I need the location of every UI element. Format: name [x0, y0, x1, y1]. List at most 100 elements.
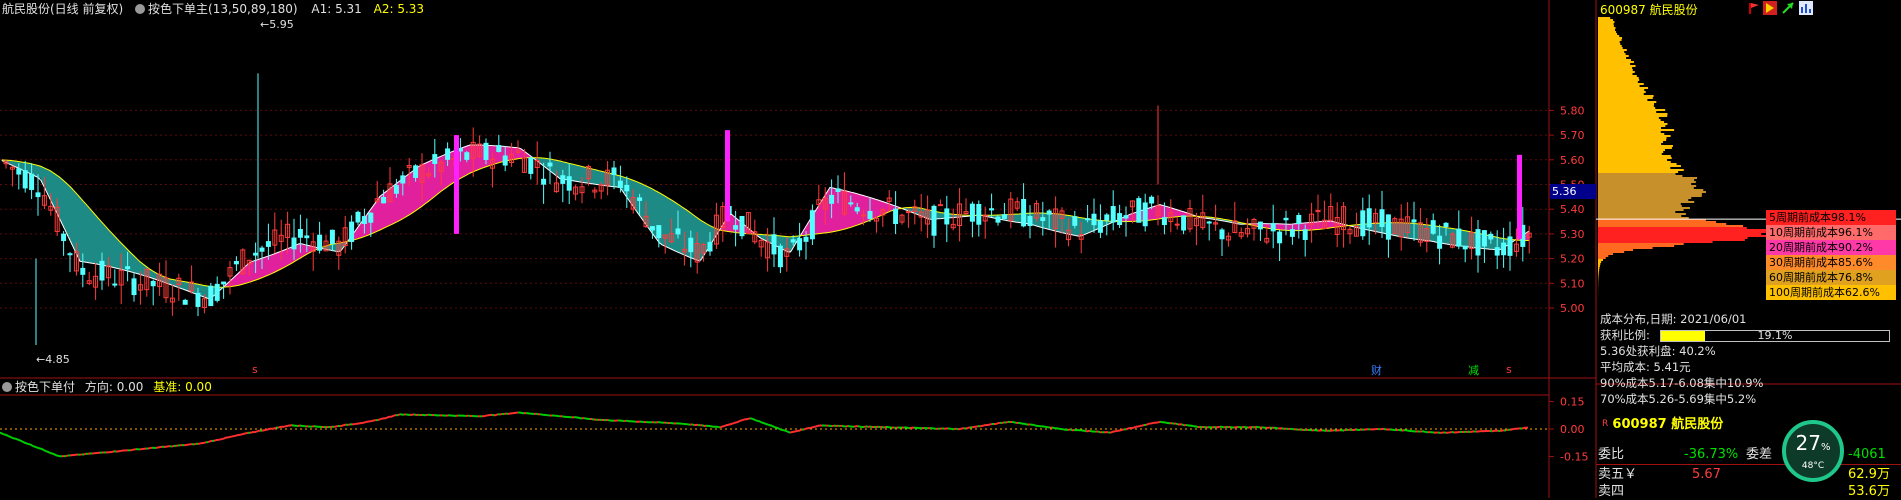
- sub-line-segment: [608, 420, 610, 421]
- marker-reduce[interactable]: 减: [1468, 362, 1479, 378]
- sub-line-segment: [1158, 422, 1160, 423]
- sub-line-segment: [2, 433, 4, 434]
- sub-line-segment: [1126, 428, 1128, 429]
- sub-line-segment: [794, 431, 796, 432]
- arrow-icon[interactable]: [1781, 1, 1795, 15]
- sub-tick-label: 0.15: [1560, 396, 1585, 409]
- performance-gauge[interactable]: 27% 48°C: [1782, 420, 1844, 482]
- candle-body: [1182, 216, 1186, 230]
- quote-wb-row: 委比 -36.73% 委差 -4061: [1596, 446, 1896, 463]
- sub-line-segment: [1134, 427, 1136, 428]
- indicator-toggle[interactable]: 按色下单主(13,50,89,180): [135, 2, 298, 16]
- sub-line-segment: [56, 455, 58, 456]
- sub-line-segment: [738, 421, 740, 422]
- price-tick-label: 5.30: [1560, 228, 1585, 241]
- candle-body: [266, 242, 270, 247]
- sub-line-segment: [748, 418, 750, 419]
- candle-body: [567, 177, 571, 190]
- candle-body: [625, 185, 629, 190]
- sub-line-segment: [1176, 424, 1178, 425]
- sub-line-segment: [732, 423, 734, 424]
- candle-body: [1431, 221, 1435, 234]
- sell5-row[interactable]: 卖五￥ 5.67 62.9万: [1596, 466, 1896, 483]
- candle-body: [650, 227, 654, 230]
- chip-legend-item[interactable]: 10周期前成本96.1%: [1766, 225, 1896, 240]
- sub-line-segment: [66, 455, 68, 456]
- candle-body: [1150, 197, 1154, 203]
- gauge-temp: 48°C: [1786, 461, 1840, 471]
- candle-body: [1386, 215, 1390, 239]
- sub-line-segment: [982, 425, 984, 426]
- current-price-tag: 5.36: [1550, 184, 1596, 199]
- candle-body: [151, 281, 155, 285]
- candle-body: [1220, 230, 1224, 239]
- settings-icon[interactable]: [1799, 1, 1813, 15]
- indicator-circle-icon[interactable]: [135, 4, 145, 14]
- a2-value: A2: 5.33: [374, 2, 424, 16]
- sub-line-segment: [1196, 426, 1198, 427]
- chip-legend-item[interactable]: 30周期前成本85.6%: [1766, 255, 1896, 270]
- sub-line-segment: [780, 429, 782, 430]
- candle-body: [542, 179, 546, 184]
- sub-line-segment: [172, 446, 174, 447]
- chip-legend-item[interactable]: 5周期前成本98.1%: [1766, 210, 1896, 225]
- sub-line-segment: [10, 437, 12, 438]
- sub-line-segment: [1110, 432, 1112, 433]
- price-axis: 5.805.705.605.505.405.305.205.105.000.15…: [1549, 104, 1588, 463]
- sub-line-segment: [1120, 430, 1122, 431]
- sub-line-segment: [1276, 428, 1278, 429]
- candle-body: [676, 229, 680, 234]
- sub-line-segment: [1506, 430, 1508, 431]
- candlesticks: [4, 73, 1531, 345]
- sub-line-segment: [562, 416, 564, 417]
- price-tick-label: 5.00: [1560, 302, 1585, 315]
- sub-line-segment: [312, 426, 314, 427]
- sub-line-segment: [54, 454, 56, 455]
- candle-body: [612, 168, 616, 174]
- sub-line-segment: [380, 419, 382, 420]
- candle-body: [209, 286, 213, 305]
- candle-body: [791, 240, 795, 242]
- sub-line-segment: [1062, 429, 1064, 430]
- sub-line-segment: [1146, 424, 1148, 425]
- sub-line-segment: [336, 426, 338, 427]
- sub-line-segment: [16, 439, 18, 440]
- sub-direction: 方向: 0.00: [85, 380, 144, 394]
- sell5-volume: 62.9万: [1848, 466, 1890, 483]
- quote-title[interactable]: 600987 航民股份: [1612, 417, 1723, 432]
- flag-icon[interactable]: [1748, 2, 1760, 14]
- chip-legend-item[interactable]: 100周期前成本62.6%: [1766, 285, 1896, 300]
- marker-finance[interactable]: 财: [1371, 362, 1382, 378]
- sub-line-segment: [22, 441, 24, 442]
- chip-mode-icon[interactable]: [1763, 1, 1777, 15]
- candle-body: [113, 284, 117, 285]
- candle-body: [196, 293, 200, 306]
- sub-line-segment: [1332, 430, 1334, 431]
- sub-line-segment: [12, 438, 14, 439]
- candle-body: [548, 163, 552, 166]
- sub-line-segment: [246, 433, 248, 434]
- candle-body: [330, 230, 334, 243]
- profit-label: 获利比例:: [1600, 328, 1650, 343]
- sub-line-segment: [204, 442, 206, 443]
- sub-indicator-circle-icon[interactable]: [2, 382, 12, 392]
- sub-line-segment: [242, 434, 244, 435]
- sell4-row[interactable]: 卖四 53.6万: [1596, 483, 1896, 500]
- candle-body: [1495, 248, 1499, 255]
- chip-legend-item[interactable]: 60周期前成本76.8%: [1766, 270, 1896, 285]
- sub-line-segment: [26, 443, 28, 444]
- chip-legend-item[interactable]: 20周期前成本90.2%: [1766, 240, 1896, 255]
- candle-body: [1143, 203, 1147, 226]
- sub-line-segment: [702, 425, 704, 426]
- sub-line-segment: [278, 427, 280, 428]
- wb-value: -36.73%: [1684, 446, 1738, 463]
- sub-line-segment: [140, 449, 142, 450]
- sub-line-segment: [720, 427, 722, 428]
- candle-body: [1207, 222, 1211, 223]
- candle-body: [849, 203, 853, 204]
- candle-body: [1412, 220, 1416, 222]
- sub-line-segment: [1510, 429, 1512, 430]
- sub-line-segment: [250, 432, 252, 433]
- candle-body: [362, 217, 366, 224]
- sub-line-segment: [812, 427, 814, 428]
